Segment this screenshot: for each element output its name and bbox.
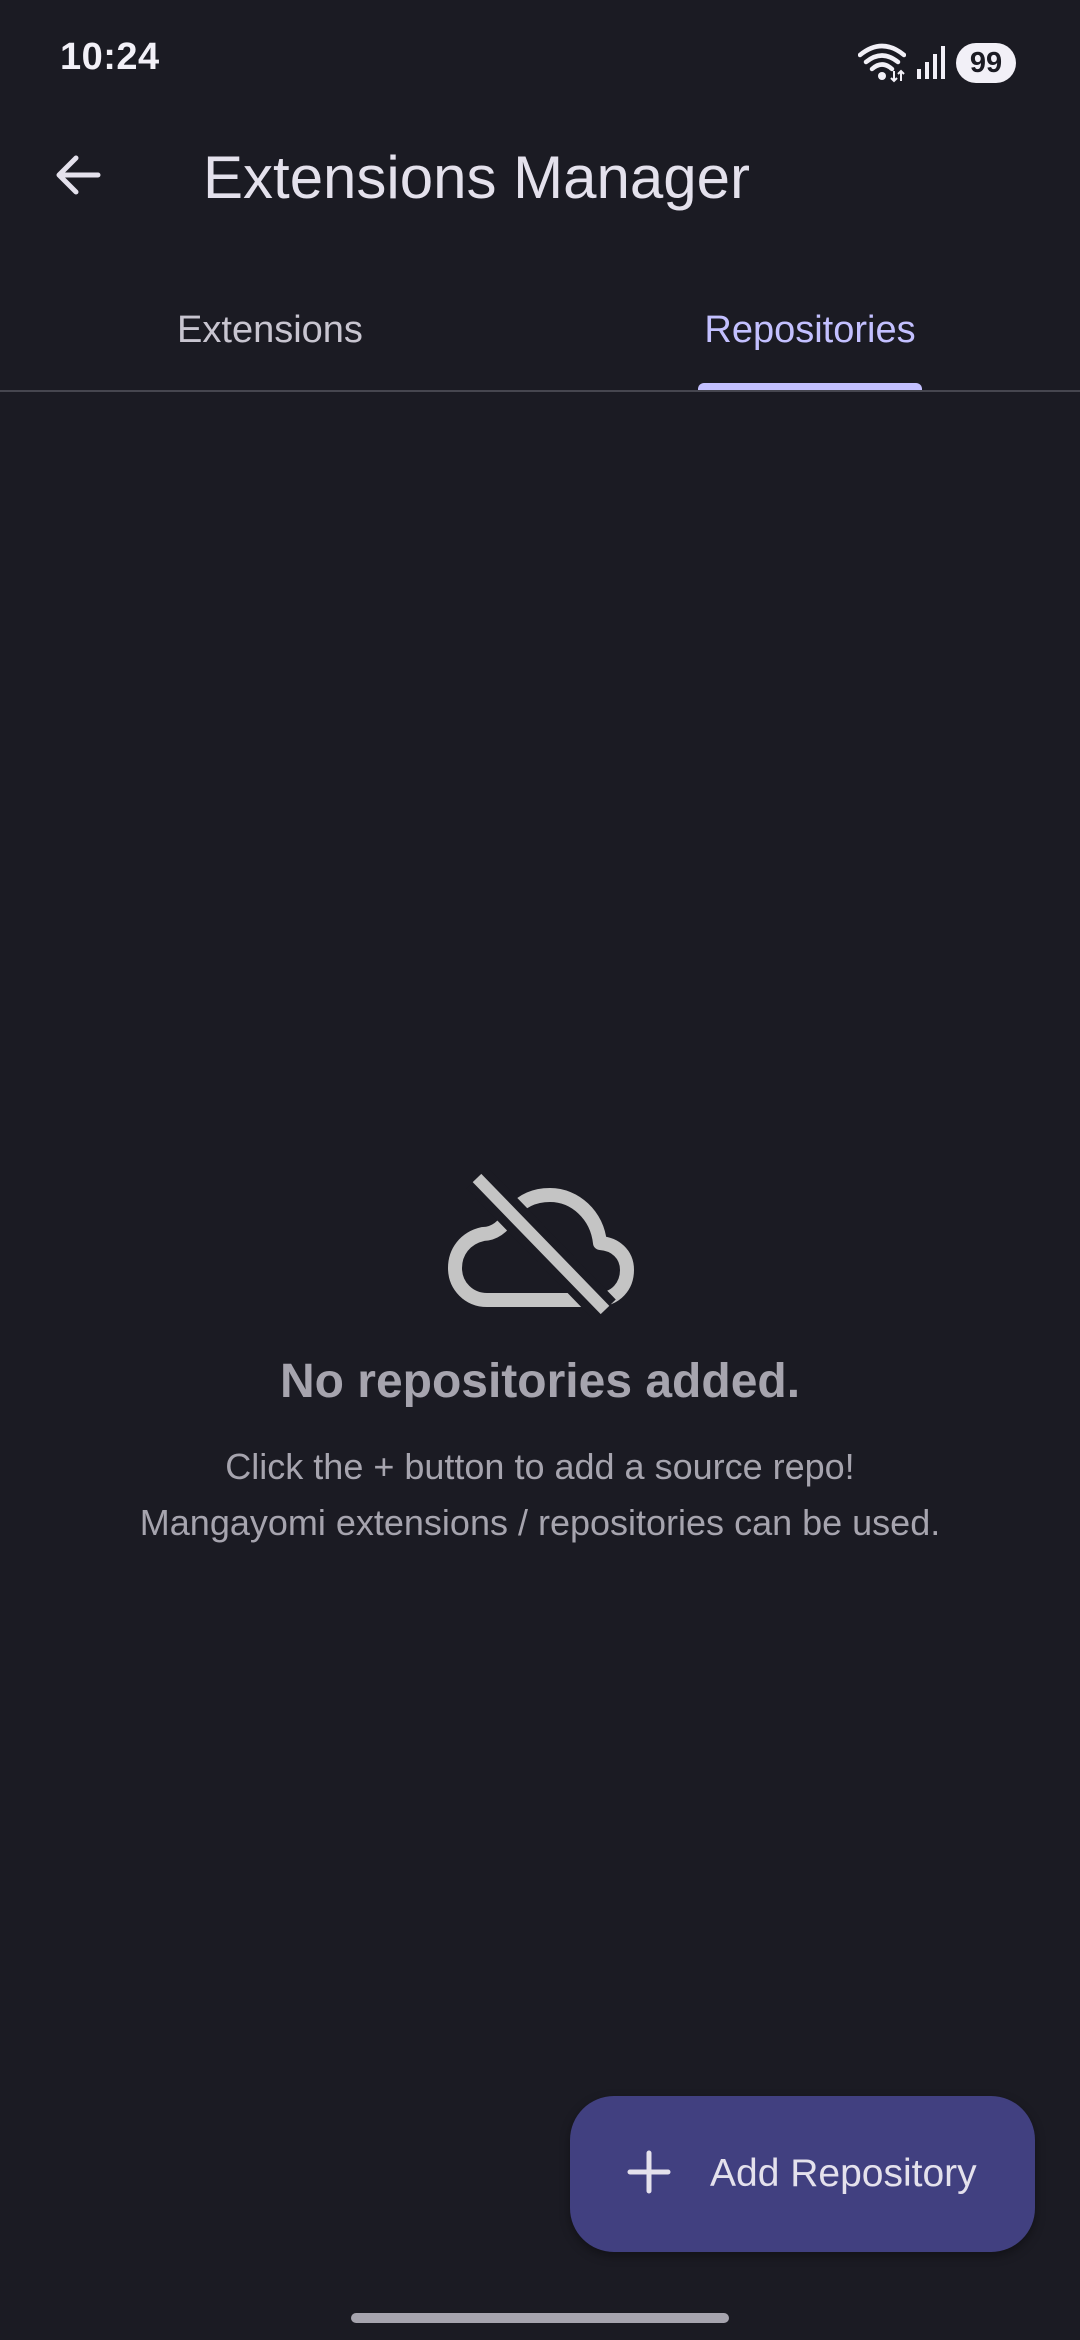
empty-state-title: No repositories added. (279, 1355, 801, 1408)
status-icons: 99 (858, 40, 1016, 86)
empty-state-description-line: Click the + button to add a source repo! (225, 1446, 855, 1487)
add-repository-label: Add Repository (710, 2152, 977, 2195)
tab-label: Extensions (177, 308, 363, 351)
screen: 10:24 99 Extensions Manager Extensions R… (0, 0, 1080, 2340)
gesture-bar[interactable] (351, 2313, 729, 2323)
status-time: 10:24 (60, 36, 160, 78)
cloud-off-icon (0, 1170, 1080, 1320)
tab-repositories[interactable]: Repositories (540, 270, 1080, 390)
arrow-left-icon (52, 149, 104, 206)
plus-icon (570, 2149, 672, 2200)
app-bar: Extensions Manager (0, 125, 1080, 230)
tab-bar: Extensions Repositories (0, 270, 1080, 392)
empty-state-description: Click the + button to add a source repo!… (0, 1439, 1080, 1551)
empty-state: No repositories added. Click the + butto… (0, 1170, 1080, 1551)
tab-divider (0, 390, 1080, 392)
battery-indicator: 99 (956, 43, 1016, 83)
status-bar: 10:24 99 (0, 0, 1080, 125)
tab-extensions[interactable]: Extensions (0, 270, 540, 390)
empty-state-description-line: Mangayomi extensions / repositories can … (139, 1502, 941, 1543)
back-button[interactable] (42, 141, 114, 213)
tab-label: Repositories (704, 308, 916, 351)
add-repository-button[interactable]: Add Repository (570, 2096, 1035, 2252)
signal-icon (916, 45, 946, 81)
wifi-icon (858, 43, 906, 83)
page-title: Extensions Manager (203, 144, 750, 211)
